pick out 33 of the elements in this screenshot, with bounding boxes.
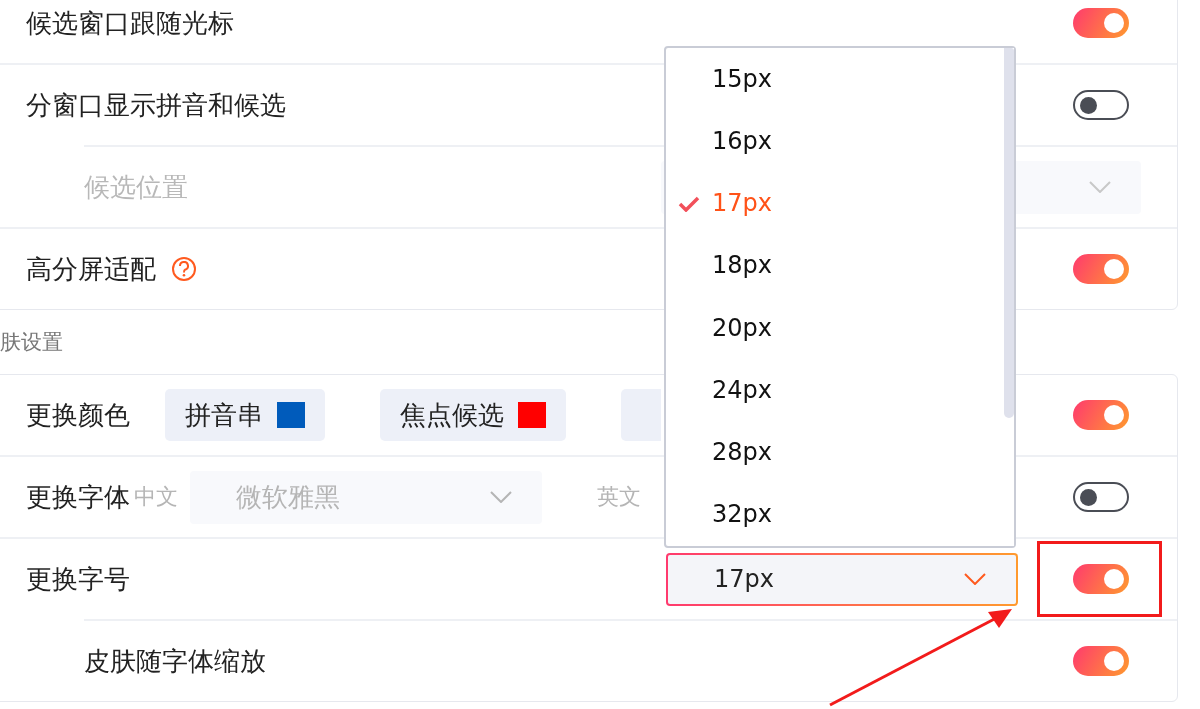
toggle-switch[interactable] bbox=[1073, 400, 1129, 430]
menu-option[interactable]: 15px bbox=[666, 47, 1004, 110]
setting-label: 分窗口显示拼音和候选 bbox=[26, 88, 286, 122]
toggle-switch[interactable] bbox=[1073, 90, 1129, 120]
toggle-switch[interactable] bbox=[1073, 8, 1129, 38]
color-chip[interactable]: 拼音串 bbox=[165, 389, 325, 441]
chevron-icon bbox=[490, 491, 512, 503]
menu-option[interactable]: 16px bbox=[666, 109, 1004, 172]
setting-label: 候选位置 bbox=[84, 170, 188, 204]
menu-option[interactable]: 28px bbox=[666, 421, 1004, 484]
toggle-switch[interactable] bbox=[1073, 646, 1129, 676]
section-title: 肤设置 bbox=[0, 329, 63, 356]
scrollbar-thumb[interactable] bbox=[1004, 47, 1014, 418]
menu-option[interactable]: 18px bbox=[666, 234, 1004, 297]
setting-label: 皮肤随字体缩放 bbox=[84, 644, 266, 678]
menu-option[interactable]: 32px bbox=[666, 483, 1004, 546]
color-chip[interactable]: 焦点候选 bbox=[380, 389, 566, 441]
chinese-label: 中文 bbox=[134, 483, 178, 511]
setting-label: 高分屏适配 bbox=[26, 252, 156, 286]
menu-option[interactable]: 24px bbox=[666, 358, 1004, 421]
toggle-switch[interactable] bbox=[1073, 564, 1129, 594]
help-icon[interactable] bbox=[172, 257, 196, 281]
chevron-icon bbox=[964, 573, 986, 585]
size-dropdown[interactable]: 17px bbox=[666, 552, 1018, 606]
menu-option[interactable]: 20px bbox=[666, 296, 1004, 359]
setting-label: 更换颜色 bbox=[26, 398, 130, 432]
toggle-switch[interactable] bbox=[1073, 254, 1129, 284]
check-icon bbox=[678, 196, 700, 212]
chevron-icon bbox=[1089, 181, 1111, 193]
setting-label: 更换字体 bbox=[26, 480, 130, 514]
setting-label: 候选窗口跟随光标 bbox=[26, 6, 234, 40]
setting-label: 更换字号 bbox=[26, 562, 130, 596]
english-label: 英文 bbox=[597, 483, 641, 511]
